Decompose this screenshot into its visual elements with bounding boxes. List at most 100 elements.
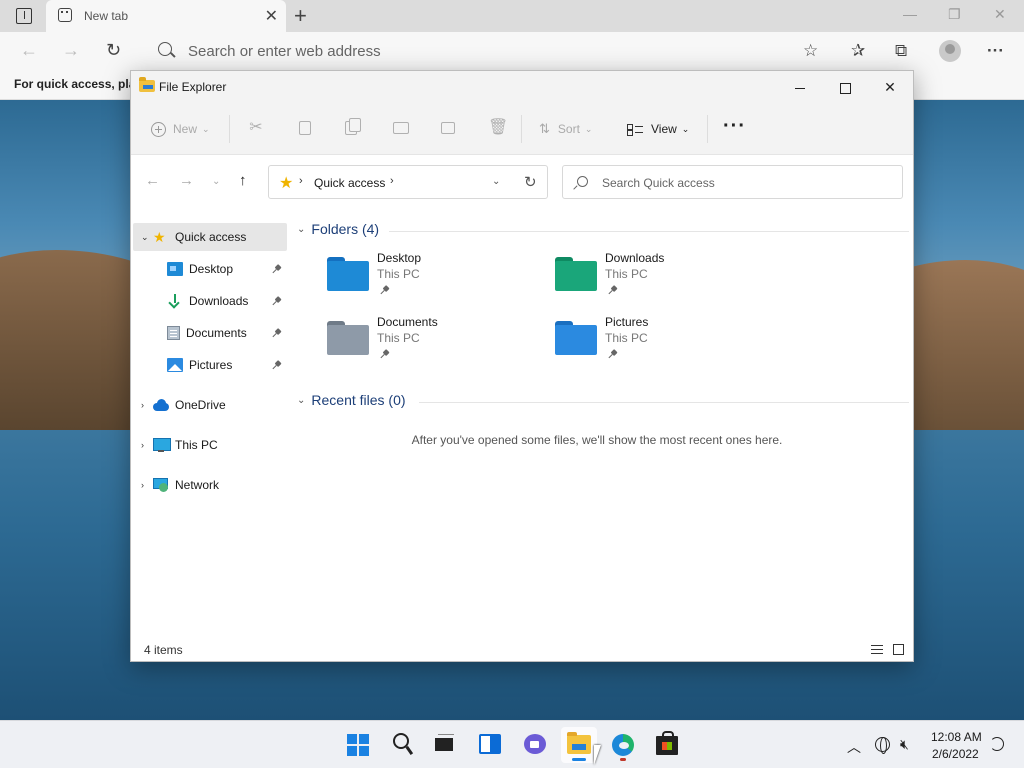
details-view-icon[interactable]: [871, 645, 883, 654]
favorites-icon[interactable]: ✰: [851, 41, 865, 61]
nav-item-onedrive[interactable]: › OneDrive: [133, 391, 287, 419]
up-icon[interactable]: ↑: [239, 172, 247, 189]
address-placeholder[interactable]: Search or enter web address: [188, 43, 381, 60]
delete-icon[interactable]: 🗑: [488, 119, 508, 137]
collections-icon[interactable]: ⧉: [895, 41, 907, 61]
profile-icon[interactable]: [939, 40, 961, 62]
browser-close-icon[interactable]: ✕: [994, 6, 1006, 23]
folder-tile-documents[interactable]: Documents This PC: [319, 315, 539, 371]
back-icon[interactable]: ←: [20, 40, 38, 61]
view-button[interactable]: View ⌄: [627, 117, 689, 141]
browser-minimize-icon[interactable]: —: [903, 6, 917, 22]
back-icon[interactable]: ←: [145, 172, 160, 189]
copy-icon[interactable]: [299, 121, 311, 135]
start-button[interactable]: [340, 727, 376, 763]
refresh-icon[interactable]: ↻: [106, 40, 121, 61]
folder-tile-pictures[interactable]: Pictures This PC: [547, 315, 767, 371]
chevron-right-icon[interactable]: ›: [141, 480, 153, 490]
folder-name: Desktop: [377, 251, 422, 265]
recent-files-empty-message: After you've opened some files, we'll sh…: [411, 433, 783, 447]
file-explorer-icon: [139, 77, 155, 92]
browser-tab[interactable]: New tab ✕: [46, 0, 286, 32]
search-box[interactable]: Search Quick access: [562, 165, 903, 199]
store-taskbar-button[interactable]: [648, 727, 684, 763]
tab-actions-icon[interactable]: [16, 8, 32, 24]
nav-item-pictures[interactable]: Pictures: [133, 351, 287, 379]
nav-item-desktop[interactable]: Desktop: [133, 255, 287, 283]
divider: [521, 115, 522, 143]
chevron-right-icon[interactable]: ›: [141, 400, 153, 410]
network-globe-icon[interactable]: [875, 737, 890, 754]
nav-item-quick-access[interactable]: ⌄ ★ Quick access: [133, 223, 287, 251]
chevron-down-icon: ⌄: [584, 123, 593, 134]
task-view-button[interactable]: [426, 727, 462, 763]
folders-section-header[interactable]: ⌄ Folders (4): [297, 221, 379, 237]
focus-assist-icon[interactable]: [990, 737, 1004, 751]
browser-restore-icon[interactable]: ❐: [948, 6, 961, 23]
network-icon: [153, 478, 169, 492]
edge-taskbar-button[interactable]: [605, 727, 641, 763]
more-options-button[interactable]: ···: [723, 115, 746, 138]
tab-close-icon[interactable]: ✕: [265, 6, 278, 26]
share-icon[interactable]: [441, 122, 455, 134]
mouse-cursor-icon: [594, 745, 601, 765]
paste-icon[interactable]: [345, 118, 361, 135]
address-dropdown-icon[interactable]: ⌄: [492, 176, 500, 187]
clock-time[interactable]: 12:08 AM: [931, 730, 982, 744]
recent-locations-icon[interactable]: ⌄: [212, 176, 220, 187]
folder-location: This PC: [605, 267, 648, 281]
new-tab-button[interactable]: +: [294, 3, 307, 29]
nav-item-documents[interactable]: Documents: [133, 319, 287, 347]
more-icon[interactable]: ···: [987, 41, 1004, 61]
desktop-icon: [167, 262, 183, 276]
nav-item-network[interactable]: › Network: [133, 471, 287, 499]
recent-files-section-header[interactable]: ⌄ Recent files (0): [297, 392, 406, 408]
address-bar[interactable]: ★ › Quick access › ⌄ ↻: [268, 165, 548, 199]
new-button[interactable]: New ⌄: [151, 117, 210, 141]
taskbar-search-button[interactable]: [385, 727, 421, 763]
folder-tile-desktop[interactable]: Desktop This PC: [319, 251, 539, 307]
chevron-down-icon[interactable]: ⌄: [141, 232, 153, 243]
file-explorer-taskbar-button[interactable]: [561, 727, 597, 763]
folder-tile-downloads[interactable]: Downloads This PC: [547, 251, 767, 307]
downloads-folder-icon: [555, 257, 597, 291]
chevron-down-icon[interactable]: ⌄: [297, 224, 305, 235]
chat-button[interactable]: [517, 727, 553, 763]
minimize-button[interactable]: [777, 75, 823, 99]
item-count: 4 items: [144, 643, 183, 657]
explorer-title-bar[interactable]: File Explorer ✕: [131, 71, 913, 103]
clock-date[interactable]: 2/6/2022: [932, 747, 979, 761]
add-favorite-icon[interactable]: ☆: [803, 41, 818, 61]
breadcrumb-quick-access[interactable]: Quick access: [314, 176, 385, 190]
chevron-right-icon[interactable]: ›: [390, 175, 394, 187]
show-hidden-icons-icon[interactable]: ︿: [847, 737, 861, 757]
cut-icon[interactable]: ✂: [248, 119, 264, 137]
start-icon: [347, 734, 369, 756]
onedrive-cloud-icon: [153, 398, 169, 412]
forward-icon[interactable]: →: [62, 40, 80, 61]
sort-icon: ⇅: [539, 121, 550, 136]
active-indicator: [572, 758, 586, 761]
volume-muted-icon[interactable]: 🔇︎: [900, 736, 909, 753]
address-bar[interactable]: Search or enter web address: [146, 37, 826, 65]
maximize-button[interactable]: [822, 75, 868, 99]
rename-icon[interactable]: [393, 122, 409, 134]
section-divider: [419, 402, 909, 403]
nav-label: Pictures: [189, 358, 233, 372]
search-placeholder[interactable]: Search Quick access: [602, 176, 715, 190]
new-tab-favicon-icon: [58, 8, 72, 22]
forward-icon[interactable]: →: [179, 172, 194, 189]
edge-icon: [612, 734, 634, 756]
tiles-view-icon[interactable]: [893, 644, 904, 655]
chevron-right-icon[interactable]: ›: [299, 175, 303, 187]
widgets-button[interactable]: [472, 727, 508, 763]
nav-item-this-pc[interactable]: › This PC: [133, 431, 287, 459]
chevron-right-icon[interactable]: ›: [141, 440, 153, 450]
close-button[interactable]: ✕: [867, 75, 913, 99]
refresh-icon[interactable]: ↻: [524, 173, 537, 191]
nav-item-downloads[interactable]: Downloads: [133, 287, 287, 315]
chevron-down-icon[interactable]: ⌄: [297, 395, 305, 406]
chevron-down-icon: ⌄: [681, 123, 690, 134]
nav-label: Quick access: [175, 230, 247, 244]
sort-button[interactable]: ⇅ Sort ⌄: [539, 117, 592, 141]
